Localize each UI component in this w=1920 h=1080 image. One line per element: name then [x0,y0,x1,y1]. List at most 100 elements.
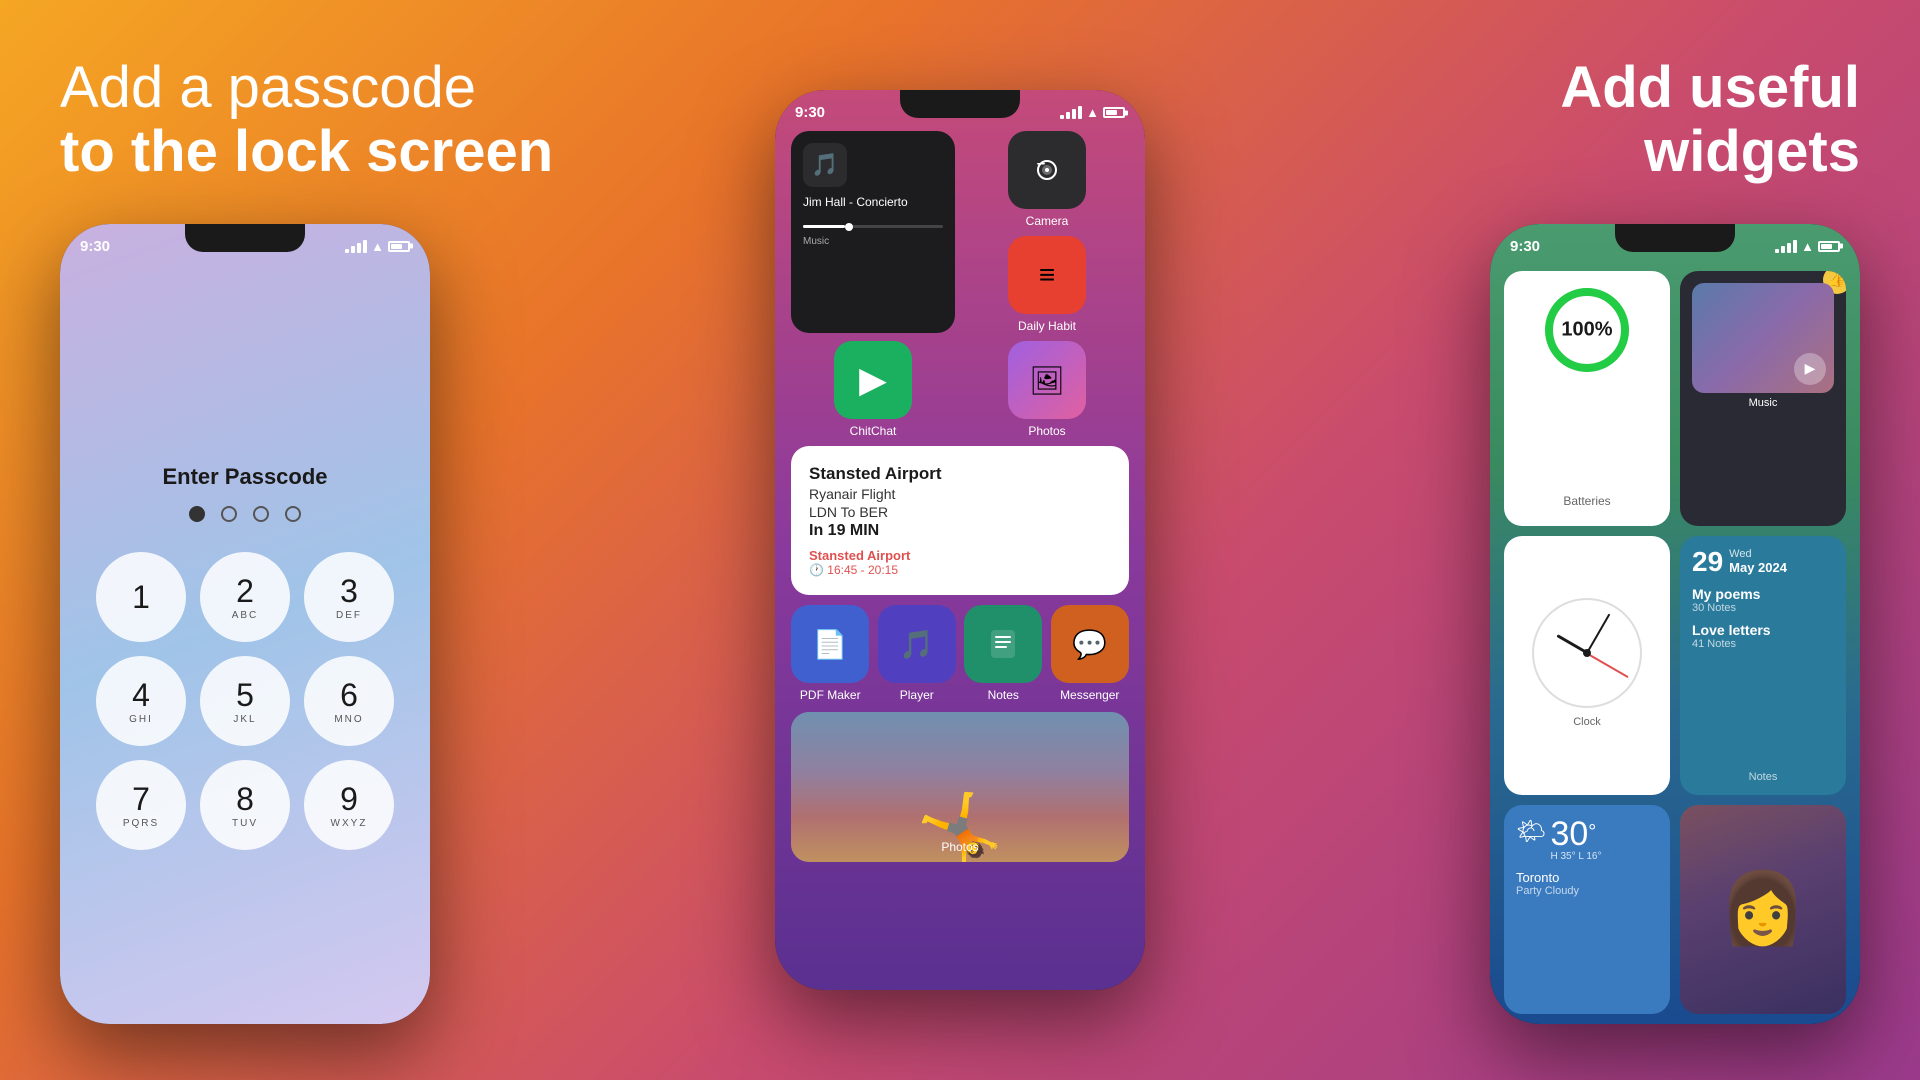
signal-icon-right [1775,240,1797,253]
widget-batteries: 100% Batteries [1504,271,1670,526]
widgets-grid: 100% Batteries 👍 ▶ Music [1490,261,1860,1024]
passcode-dot-1 [189,506,205,522]
right-phone-notch [1615,224,1735,252]
wifi-icon-center: ▲ [1086,105,1099,120]
wifi-icon: ▲ [371,239,384,254]
music-thumb: ▶ [1692,283,1834,393]
notes-entry-title-1: My poems [1692,586,1834,602]
app-chitchat[interactable]: ▶ ChitChat [791,341,955,438]
app-pdf-maker[interactable]: 📄 PDF Maker [791,605,870,702]
photos-widget: 🤸 Photos [791,712,1129,862]
weather-temp-value: 30 [1550,817,1588,851]
notes-entry-1: My poems 30 Notes [1692,586,1834,614]
right-heading: Add useful widgets [1560,56,1860,184]
status-icons-right: ▲ [1775,239,1840,254]
flight-eta: In 19 MIN [809,522,1111,540]
weather-lo: L 16° [1578,851,1601,862]
battery-icon-center [1103,107,1125,118]
clock-label: Clock [1573,712,1601,732]
notes-weekday: Wed [1729,548,1787,560]
photos-bottom-label: Photos [941,840,978,854]
signal-bar-2 [351,246,355,253]
music-app-label: Music [803,236,943,247]
weather-city: Toronto [1516,870,1658,885]
signal-icon-center [1060,106,1082,119]
widget-portrait: 👩 [1680,805,1846,1014]
batteries-label: Batteries [1563,494,1610,512]
status-icons-left: ▲ [345,239,410,254]
battery-icon-right [1818,241,1840,252]
music-progress-fill [803,225,845,228]
right-phone: 9:30 ▲ [1490,224,1860,1024]
status-icons-center: ▲ [1060,105,1125,120]
music-progress-bar [803,225,943,228]
music-note-icon: 🎵 [803,143,847,187]
num-btn-5[interactable]: 5JKL [200,656,290,746]
battery-percentage: 100% [1561,318,1612,341]
notes-label: Notes [988,688,1019,702]
lock-screen: 9:30 ▲ Ente [60,224,430,1024]
battery-circle: 100% [1542,285,1632,375]
right-home-screen: 9:30 ▲ [1490,224,1860,1024]
daily-habit-icon: ≡ [1008,236,1086,314]
passcode-label: Enter Passcode [162,464,327,490]
left-phone: 9:30 ▲ Ente [60,224,430,1024]
app-player[interactable]: 🎵 Player [878,605,957,702]
widget-music-right: 👍 ▶ Music [1680,271,1846,526]
num-btn-8[interactable]: 8TUV [200,760,290,850]
battery-fill [391,244,402,249]
status-time-right: 9:30 [1510,238,1540,255]
num-btn-2[interactable]: 2ABC [200,552,290,642]
daily-habit-label: Daily Habit [1018,319,1076,333]
app-camera[interactable]: Camera [965,131,1129,228]
right-section: Add useful widgets 9:30 ▲ [1360,56,1860,1024]
app-notes[interactable]: Notes [964,605,1043,702]
passcode-dot-3 [253,506,269,522]
app-daily-habit[interactable]: ≡ Daily Habit [965,236,1129,333]
portrait-image: 👩 [1680,805,1846,1014]
pdf-maker-icon: 📄 [791,605,869,683]
minute-hand [1586,614,1610,654]
weather-condition: Party Cloudy [1516,885,1658,897]
num-btn-6[interactable]: 6MNO [304,656,394,746]
left-phone-screen: 9:30 ▲ Ente [60,224,430,1024]
passcode-dot-4 [285,506,301,522]
notes-entry-count-1: 30 Notes [1692,602,1834,614]
weather-location: Toronto Party Cloudy [1516,870,1658,897]
player-icon: 🎵 [878,605,956,683]
notes-label-widget: Notes [1692,771,1834,783]
music-track-label: Jim Hall - Concierto [803,195,943,209]
wifi-icon-right: ▲ [1801,239,1814,254]
widget-notes: 29 Wed May 2024 My poems 30 Notes Love l… [1680,536,1846,795]
portrait-emoji: 👩 [1719,868,1806,950]
chitchat-label: ChitChat [850,424,897,438]
num-btn-3[interactable]: 3DEF [304,552,394,642]
second-hand [1587,653,1629,678]
signal-bar-3 [357,243,361,253]
center-home-screen: 9:30 ▲ [775,90,1145,990]
app-photos[interactable]: 🖼 Photos [965,341,1129,438]
play-button[interactable]: ▶ [1794,353,1826,385]
notes-entry-count-2: 41 Notes [1692,638,1834,650]
center-phone: 9:30 ▲ [775,90,1145,990]
notes-entry-2: Love letters 41 Notes [1692,622,1834,650]
battery-icon [388,241,410,252]
signal-bar-1 [345,249,349,253]
weather-degree-symbol: ° [1588,821,1596,844]
pdf-maker-label: PDF Maker [800,688,861,702]
right-phone-screen: 9:30 ▲ [1490,224,1860,1024]
num-btn-4[interactable]: 4GHI [96,656,186,746]
flight-link[interactable]: Stansted Airport [809,548,1111,563]
widget-clock: Clock [1504,536,1670,795]
app-messenger[interactable]: 💬 Messenger [1051,605,1130,702]
portrait-bg: 👩 [1680,805,1846,1014]
notes-month-year: May 2024 [1729,560,1787,575]
num-btn-9[interactable]: 9WXYZ [304,760,394,850]
passcode-dots [189,506,301,522]
num-btn-7[interactable]: 7PQRS [96,760,186,850]
flight-route: LDN To BER [809,504,1111,520]
widget-weather: 🌤 30 ° H 35° L 16° [1504,805,1670,1014]
signal-icon [345,240,367,253]
right-title-line1: Add useful [1560,55,1860,120]
num-btn-1[interactable]: 1 [96,552,186,642]
